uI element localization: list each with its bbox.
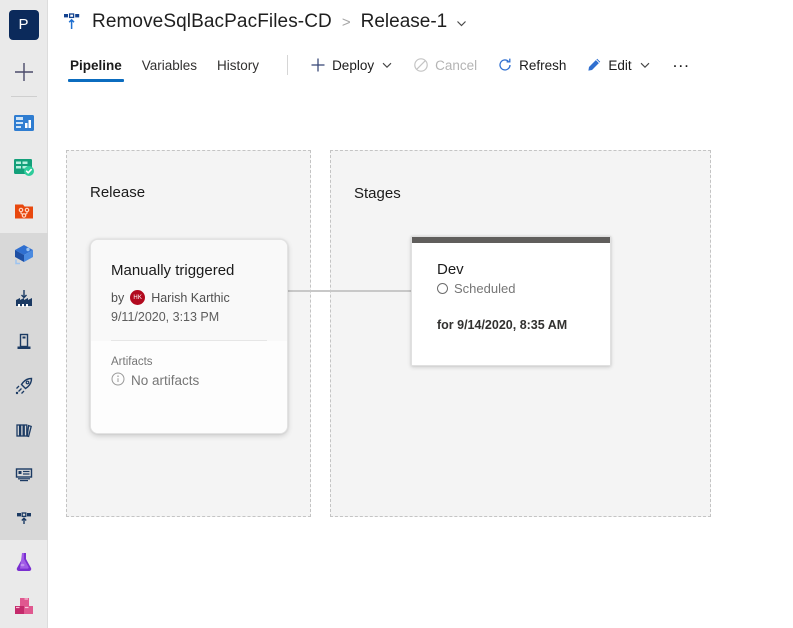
create-new-button[interactable] <box>0 50 48 94</box>
sidebar-item-library[interactable] <box>0 408 48 453</box>
tab-variables[interactable]: Variables <box>132 44 207 86</box>
tab-list: Pipeline Variables History <box>60 44 269 86</box>
tab-history-label: History <box>217 57 260 73</box>
sidebar-item-task-groups[interactable] <box>0 452 48 497</box>
deploy-button[interactable]: Deploy <box>302 52 401 78</box>
sidebar-item-artifacts[interactable] <box>0 584 48 628</box>
release-card[interactable]: Manually triggered by HK Harish Karthic … <box>90 239 288 434</box>
avatar: HK <box>130 290 146 305</box>
task-groups-icon <box>13 463 35 485</box>
cancel-label: Cancel <box>435 57 478 73</box>
pipelines-icon <box>11 242 37 268</box>
test-plans-icon <box>12 550 36 574</box>
edit-button[interactable]: Edit <box>578 52 658 78</box>
environments-icon <box>13 331 35 353</box>
overview-icon <box>12 111 36 135</box>
sidebar-item-deployment-groups[interactable] <box>0 496 48 541</box>
toolbar-actions: Deploy Cancel Refresh Edit ... <box>302 50 700 80</box>
tab-pipeline-label: Pipeline <box>70 57 122 73</box>
plus-icon <box>310 57 326 73</box>
info-icon <box>111 372 125 389</box>
release-artifacts-section: Artifacts No artifacts <box>91 341 287 433</box>
breadcrumb: RemoveSqlBacPacFiles-CD > Release-1 <box>48 0 793 44</box>
release-pipeline-icon <box>60 10 84 34</box>
refresh-button[interactable]: Refresh <box>489 52 574 78</box>
sidebar-divider <box>10 95 37 97</box>
release-zone-title: Release <box>90 184 146 201</box>
stage-card-dev[interactable]: Dev Scheduled for 9/14/2020, 8:35 AM <box>411 236 611 366</box>
tab-variables-label: Variables <box>141 57 198 73</box>
release-date: 9/11/2020, 3:13 PM <box>111 310 220 324</box>
avatar-initials: HK <box>133 294 143 301</box>
left-sidebar: P <box>0 0 48 628</box>
sidebar-item-pipelines-builds[interactable] <box>0 276 48 321</box>
main-area: RemoveSqlBacPacFiles-CD > Release-1 Pipe… <box>48 0 793 628</box>
no-artifacts-text: No artifacts <box>131 373 200 388</box>
project-avatar[interactable]: P <box>8 10 39 40</box>
breadcrumb-pipeline-name[interactable]: RemoveSqlBacPacFiles-CD <box>92 11 332 33</box>
tab-pipeline[interactable]: Pipeline <box>60 44 132 86</box>
stage-scheduled-for: for 9/14/2020, 8:35 AM <box>437 318 568 332</box>
by-label: by <box>111 290 125 305</box>
more-actions-button[interactable]: ... <box>663 50 700 80</box>
toolbar: Pipeline Variables History Deploy Cancel… <box>48 44 793 86</box>
release-author-name: Harish Karthic <box>151 290 230 305</box>
refresh-label: Refresh <box>519 57 567 73</box>
stage-name: Dev <box>437 261 464 278</box>
sidebar-item-environments[interactable] <box>0 320 48 365</box>
pipeline-canvas: Release Stages Manually triggered by HK … <box>48 86 793 628</box>
sidebar-item-test-plans[interactable] <box>0 540 48 584</box>
library-icon <box>13 419 35 441</box>
sidebar-item-repos[interactable] <box>0 189 48 233</box>
artifacts-label: Artifacts <box>111 356 153 368</box>
refresh-icon <box>497 57 513 73</box>
release-author-row: by HK Harish Karthic <box>111 290 267 305</box>
cancel-button: Cancel <box>405 52 485 78</box>
breadcrumb-separator: > <box>341 13 351 31</box>
pencil-icon <box>586 57 602 73</box>
cancel-icon <box>413 57 429 73</box>
sidebar-item-boards[interactable] <box>0 145 48 189</box>
chevron-down-icon[interactable] <box>381 59 393 71</box>
no-artifacts-row: No artifacts <box>111 372 267 389</box>
boards-icon <box>12 155 36 179</box>
stage-card-body: Dev Scheduled for 9/14/2020, 8:35 AM <box>412 243 610 332</box>
factory-icon <box>13 288 35 310</box>
scheduled-circle-icon <box>437 283 448 294</box>
release-card-header: Manually triggered by HK Harish Karthic … <box>91 240 287 341</box>
chevron-down-icon[interactable] <box>455 14 468 30</box>
azure-devops-release-page: P RemoveSqlBacPacFiles-CD > Release-1 Pi… <box>0 0 793 628</box>
plus-icon <box>13 61 35 83</box>
sidebar-item-pipelines[interactable] <box>0 232 48 277</box>
breadcrumb-release-name[interactable]: Release-1 <box>361 11 448 33</box>
edit-label: Edit <box>608 57 632 73</box>
stage-status-row: Scheduled <box>437 281 585 296</box>
sidebar-item-releases[interactable] <box>0 364 48 409</box>
toolbar-divider <box>287 55 289 75</box>
deployment-groups-icon <box>13 507 35 529</box>
rocket-icon <box>13 375 35 397</box>
deploy-label: Deploy <box>332 57 375 73</box>
release-trigger-title: Manually triggered <box>111 262 235 279</box>
stage-status-text: Scheduled <box>454 281 516 296</box>
tab-history[interactable]: History <box>207 44 269 86</box>
chevron-down-icon[interactable] <box>639 59 651 71</box>
project-initial: P <box>18 16 29 34</box>
artifacts-icon <box>12 594 36 618</box>
sidebar-item-overview[interactable] <box>0 101 48 145</box>
stages-zone-title: Stages <box>354 185 401 202</box>
repos-icon <box>12 199 36 223</box>
